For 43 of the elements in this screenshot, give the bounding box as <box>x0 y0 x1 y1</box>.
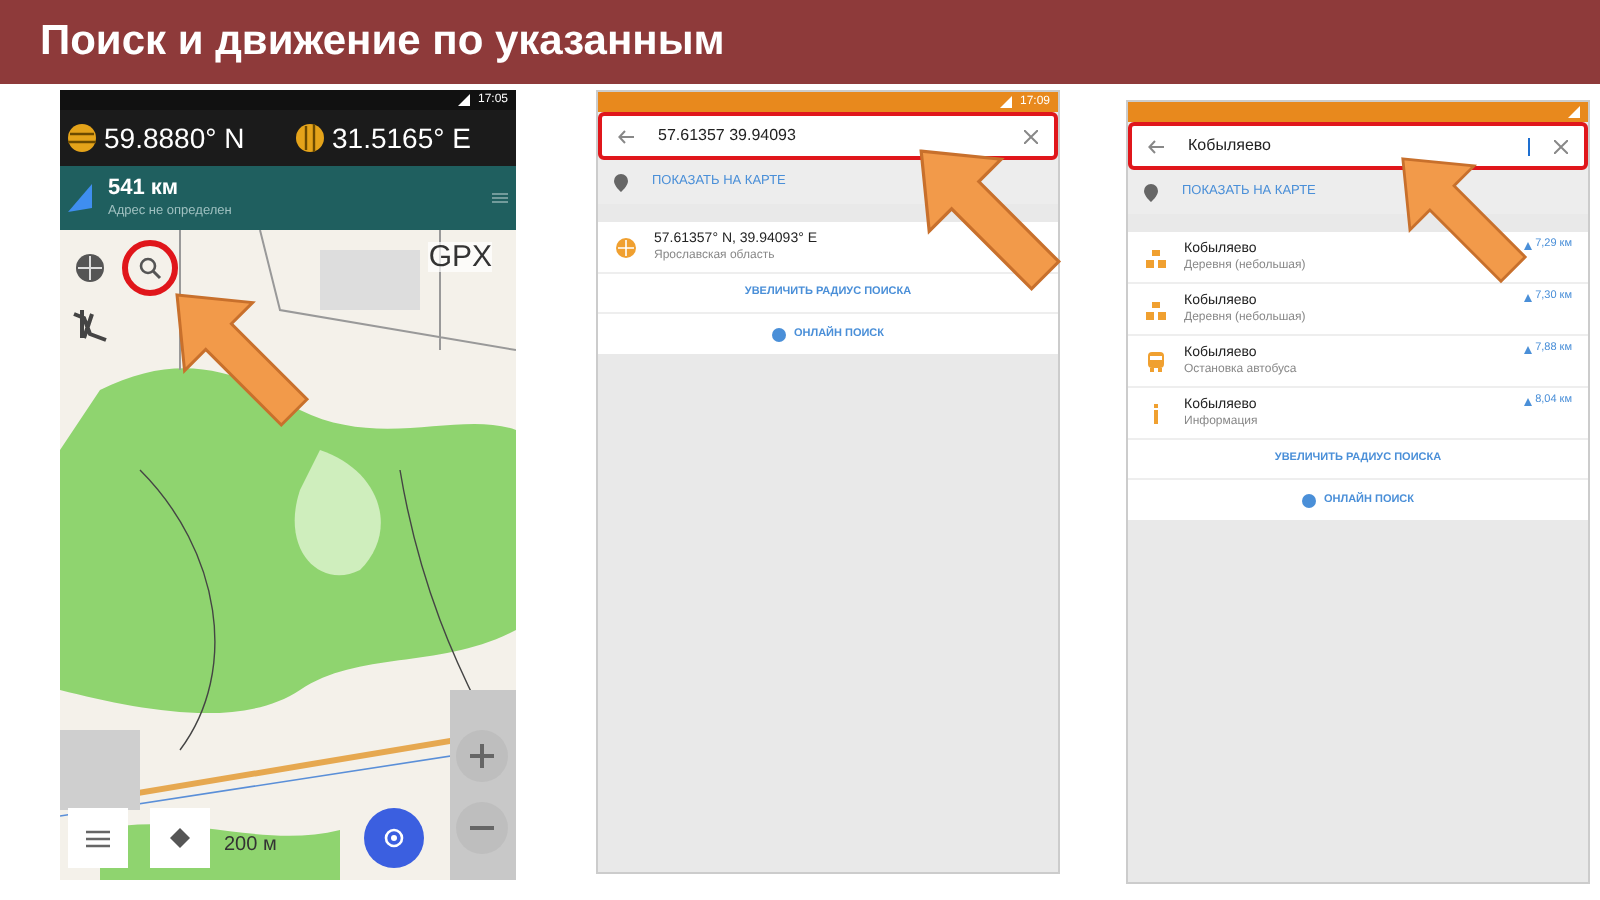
longitude-icon <box>296 124 324 152</box>
pointer-arrow <box>1400 156 1528 284</box>
gpx-label[interactable]: GPX <box>428 242 492 272</box>
signal-icon <box>1568 106 1580 118</box>
slide-title: Поиск и движение по указанным <box>40 16 725 69</box>
navigation-arrow-icon <box>68 184 92 212</box>
bus-icon <box>1146 351 1166 371</box>
direction-icon <box>1523 293 1532 302</box>
latitude-icon <box>68 124 96 152</box>
menu-button[interactable] <box>68 808 128 868</box>
info-icon <box>1152 403 1160 423</box>
menu-icon <box>86 829 110 847</box>
signal-icon <box>999 96 1012 108</box>
turn-sign-icon <box>170 828 190 848</box>
plus-icon <box>470 744 494 768</box>
houses-icon <box>1146 247 1166 267</box>
signal-icon <box>457 94 470 106</box>
back-arrow-icon[interactable] <box>618 129 634 143</box>
map-pin-icon <box>1144 183 1158 201</box>
map-pin-icon <box>614 173 628 191</box>
minus-icon <box>470 826 494 830</box>
distance: 541 км <box>108 175 181 202</box>
route-button[interactable] <box>150 808 210 868</box>
pointer-arrow <box>174 292 310 428</box>
close-icon[interactable] <box>1554 139 1568 153</box>
location-target-icon <box>382 826 406 850</box>
menu-icon[interactable] <box>492 192 508 204</box>
search-query: Кобыляево <box>1188 134 1273 158</box>
search-query: 57.61357 39.94093 <box>658 124 798 148</box>
longitude: 31.5165° E <box>332 119 471 157</box>
direction-icon <box>1523 345 1532 354</box>
direction-icon <box>1523 397 1532 406</box>
latitude: 59.8880° N <box>104 119 247 157</box>
search-field[interactable]: 57.61357 39.94093 <box>598 112 1058 160</box>
search-icon <box>138 256 162 280</box>
houses-icon <box>1146 299 1166 319</box>
search-field[interactable]: Кобыляево <box>1128 122 1588 170</box>
direction-icon <box>1523 241 1532 250</box>
scale-label: 200 м <box>224 832 277 860</box>
close-icon[interactable] <box>1024 129 1038 143</box>
search-button-highlight[interactable] <box>122 240 178 296</box>
back-arrow-icon[interactable] <box>1148 139 1164 153</box>
pointer-arrow <box>918 148 1062 292</box>
